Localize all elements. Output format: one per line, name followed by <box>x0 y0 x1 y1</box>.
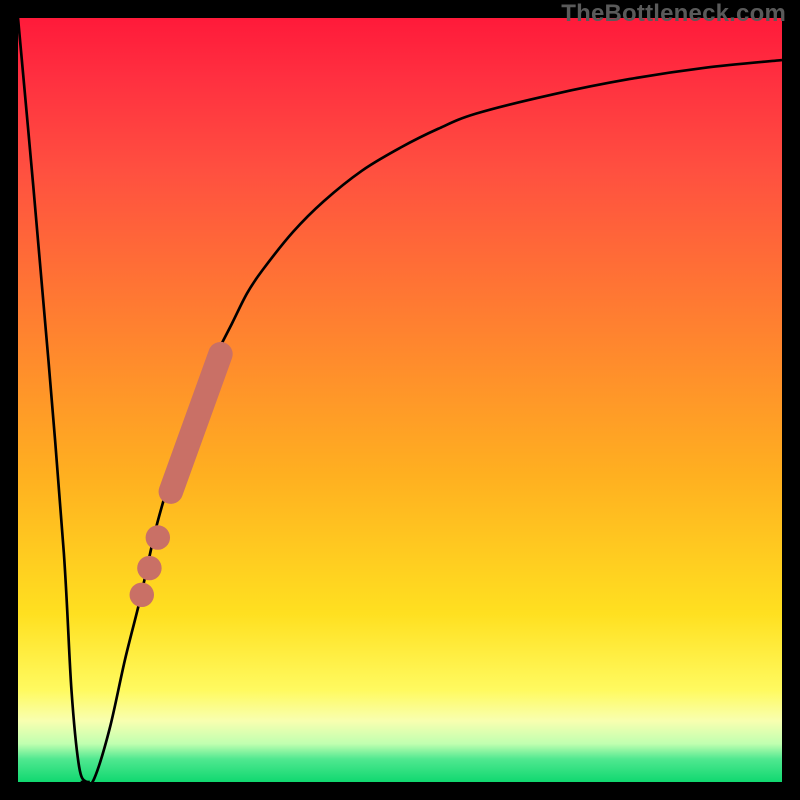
chart-svg <box>18 18 782 782</box>
marker-dot <box>137 556 161 580</box>
plot-area <box>18 18 782 782</box>
attribution-text: TheBottleneck.com <box>561 0 786 28</box>
marker-dot <box>130 583 154 607</box>
marker-dot <box>146 525 170 549</box>
marker-segment <box>171 354 221 492</box>
chart-container: TheBottleneck.com <box>0 0 800 800</box>
data-markers <box>130 354 221 607</box>
bottleneck-curve <box>18 18 782 782</box>
